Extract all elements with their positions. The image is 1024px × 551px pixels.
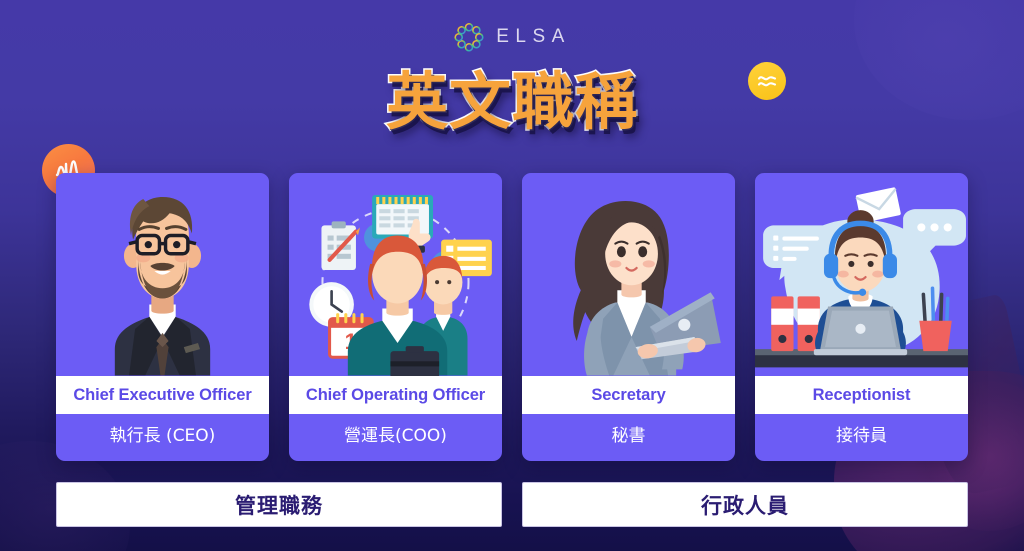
brand-header: ELSA [0,21,1024,53]
job-title-card[interactable]: 1 [289,173,502,461]
job-title-card[interactable]: Receptionist 接待員 [755,173,968,461]
card-english-title: Chief Executive Officer [56,375,269,414]
approx-badge [748,62,786,100]
operations-workflow-illustration: 1 [289,173,502,376]
job-title-card[interactable]: Secretary 秘書 [522,173,735,461]
brand-wordmark: ELSA [496,26,571,47]
elsa-flower-logo-icon [453,21,485,53]
card-english-title: Secretary [522,375,735,414]
businessman-with-glasses-illustration [56,173,269,376]
card-chinese-title: 秘書 [611,426,646,446]
poster-canvas: ELSA 英文職稱 Chief Executive Officer 執行長 (C… [0,0,1024,551]
page-title: 英文職稱 [384,65,638,138]
card-chinese-title: 營運長(COO) [344,426,447,446]
job-title-card-row: Chief Executive Officer 執行長 (CEO) Chief … [56,173,968,461]
businesswoman-with-laptop-illustration [522,173,735,376]
approximately-equal-icon [757,76,777,87]
job-title-card[interactable]: Chief Executive Officer 執行長 (CEO) [56,173,269,461]
card-chinese-title: 執行長 (CEO) [109,426,216,446]
receptionist-with-headset-illustration [755,173,968,376]
card-english-title: Receptionist [755,375,968,414]
card-chinese-title: 接待員 [836,426,887,446]
category-bar-management[interactable]: 管理職務 [56,482,502,527]
category-bar-administrative[interactable]: 行政人員 [522,482,968,527]
card-english-title: Chief Operating Officer [289,375,502,414]
category-bar-row: 管理職務 行政人員 [56,482,968,527]
